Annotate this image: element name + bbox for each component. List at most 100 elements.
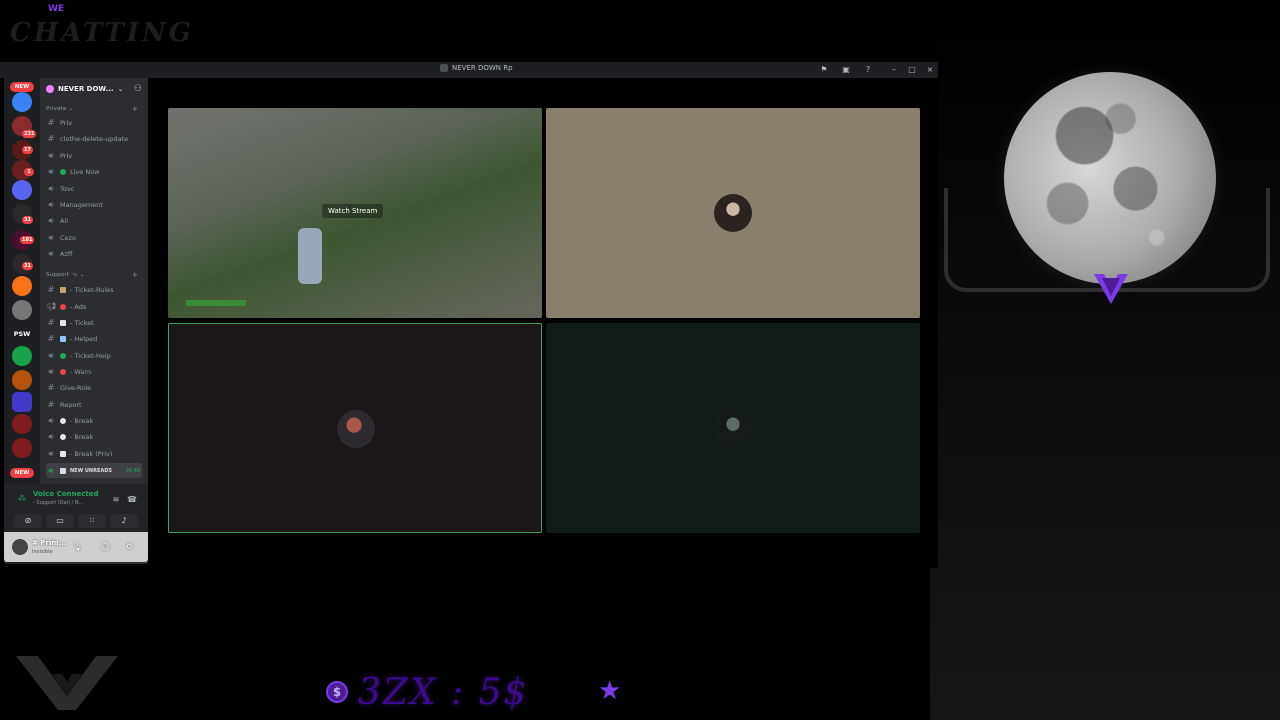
- channel-item[interactable]: 🔊︎ Azff: [46, 246, 142, 261]
- unread-badge: 1: [24, 168, 34, 176]
- participant-tile-speaking[interactable]: [168, 323, 542, 533]
- add-member-icon[interactable]: ⚇: [134, 84, 142, 94]
- new-unreads-label: NEW UNREADS: [70, 467, 112, 474]
- channel-item[interactable]: 🔊︎ Cezo: [46, 230, 142, 245]
- server-icon[interactable]: [12, 370, 32, 390]
- channel-label: - Warn: [70, 367, 92, 376]
- channel-label: - Ads: [70, 302, 87, 311]
- megaphone-icon: 📢︎: [46, 302, 57, 311]
- coffee-emoji-icon: [60, 433, 66, 440]
- watch-stream-button[interactable]: Watch Stream: [322, 204, 384, 218]
- channel-item[interactable]: 🔊︎ - Warn: [46, 364, 142, 379]
- pin-emoji-icon: [60, 303, 66, 310]
- unread-badge: 31: [22, 262, 33, 270]
- camera-off-button[interactable]: ⊘: [14, 514, 42, 528]
- speaker-icon: 🔊︎: [48, 248, 54, 258]
- inbox-icon[interactable]: ⚑: [818, 64, 830, 76]
- server-header[interactable]: NEVER DOW... ⌄ ⚇: [40, 78, 148, 100]
- participant-tile[interactable]: [546, 323, 920, 533]
- channel-item[interactable]: 🔊︎ - Break: [46, 413, 142, 428]
- activities-button[interactable]: ⁙: [78, 514, 106, 528]
- noise-suppression-icon[interactable]: ≋: [110, 494, 122, 506]
- speaker-icon: 🔊︎: [48, 166, 54, 176]
- server-psw[interactable]: PSW: [12, 324, 32, 344]
- server-icon[interactable]: [12, 180, 32, 200]
- server-icon[interactable]: [12, 92, 32, 112]
- channel-item[interactable]: 🔊︎ - Ticket-Help: [46, 348, 142, 363]
- discord-window: NEVER DOWN Rp ⚑ ▣ ? – □ × NEW 231 17 1 3…: [0, 62, 938, 568]
- server-icon[interactable]: [12, 346, 32, 366]
- channel-item[interactable]: # Report: [46, 397, 142, 412]
- voice-timer: 36:48: [125, 467, 140, 474]
- microphone-icon[interactable]: 🎙︎: [72, 542, 82, 551]
- voice-status[interactable]: Voice Connected: [33, 490, 99, 498]
- moon-image: [1004, 72, 1216, 284]
- category-label: Private: [46, 106, 67, 112]
- maximize-icon[interactable]: □: [906, 64, 918, 76]
- channel-item[interactable]: 🔊︎ Management: [46, 197, 142, 212]
- window-title-text: NEVER DOWN Rp: [452, 64, 513, 72]
- avatar[interactable]: [12, 539, 28, 555]
- channel-item[interactable]: 🔊︎ - Break: [46, 429, 142, 444]
- channel-item[interactable]: 🔊︎ Live Now: [46, 164, 142, 179]
- channel-item[interactable]: # clothe-delete-update: [46, 131, 142, 146]
- channel-item[interactable]: # - Ticket: [46, 315, 142, 330]
- speaker-icon: 🔊︎: [48, 465, 54, 475]
- chevron-down-icon: ⌄: [117, 85, 124, 93]
- add-channel-icon[interactable]: +: [132, 271, 138, 279]
- category-support[interactable]: Support ⌥ ⌄ +: [46, 271, 142, 279]
- soundboard-button[interactable]: ♪: [110, 514, 138, 528]
- w-logo-icon: [1094, 274, 1128, 304]
- speaker-icon: 🔊︎: [48, 199, 54, 209]
- server-icon[interactable]: [12, 414, 32, 434]
- disconnect-icon[interactable]: ☎: [126, 494, 138, 506]
- speaker-icon: 🔊︎: [48, 366, 54, 376]
- channel-item[interactable]: 🔊︎ Priv: [46, 148, 142, 163]
- coffee-emoji-icon: [60, 417, 66, 424]
- star-icon: ★: [598, 676, 622, 706]
- channel-label: Tovc: [60, 184, 75, 193]
- screen-icon[interactable]: ▣: [840, 64, 852, 76]
- speaker-icon: 🔊︎: [48, 232, 54, 242]
- screen-share-button[interactable]: ▭: [46, 514, 74, 528]
- channel-item[interactable]: # - Ticket-Rules: [46, 282, 142, 297]
- server-icon[interactable]: [12, 300, 32, 320]
- participant-tile[interactable]: [546, 108, 920, 318]
- channel-item[interactable]: # Priv: [46, 115, 142, 130]
- close-icon[interactable]: ×: [924, 64, 936, 76]
- game-character: [298, 228, 322, 284]
- minimize-icon[interactable]: –: [888, 64, 900, 76]
- avatar: [714, 194, 752, 232]
- channel-item[interactable]: # Give-Role: [46, 380, 142, 395]
- channel-label: Priv: [60, 151, 73, 160]
- user-status: Invisible: [32, 549, 53, 555]
- server-icon[interactable]: [12, 276, 32, 296]
- headphones-icon[interactable]: 🎧︎: [100, 542, 110, 551]
- dollar-coin-icon: $: [326, 681, 348, 703]
- server-icon[interactable]: [12, 438, 32, 458]
- channel-label: Ali: [60, 216, 69, 225]
- unread-badge: 231: [22, 130, 37, 138]
- help-icon[interactable]: ?: [862, 64, 874, 76]
- category-label: Support ⌥: [46, 272, 78, 278]
- username[interactable]: # Prim...: [32, 539, 67, 547]
- add-channel-icon[interactable]: +: [132, 105, 138, 113]
- voice-channel-name[interactable]: - Support (Dai) / N...: [33, 500, 83, 506]
- folder-icon[interactable]: [12, 392, 32, 412]
- channel-item[interactable]: 📢︎ - Ads: [46, 299, 142, 314]
- channel-label: Live Now: [70, 167, 100, 176]
- status-dot-icon: [60, 352, 66, 359]
- hash-icon: #: [47, 334, 55, 343]
- channel-label: - Ticket: [70, 318, 94, 327]
- channel-item-active[interactable]: 🔊︎ NEW UNREADS 36:48: [46, 463, 142, 478]
- title-bar: NEVER DOWN Rp ⚑ ▣ ? – □ ×: [0, 62, 938, 78]
- gear-icon[interactable]: ⚙: [126, 542, 133, 551]
- new-badge-bottom: NEW: [10, 468, 34, 478]
- channel-item[interactable]: 🔊︎ Ali: [46, 213, 142, 228]
- channel-item[interactable]: 🔊︎ - Break (Priv): [46, 446, 142, 461]
- channel-label: Priv: [60, 118, 73, 127]
- category-private[interactable]: Private ⌄ +: [46, 105, 142, 113]
- channel-item[interactable]: # - Helped: [46, 331, 142, 346]
- channel-item[interactable]: 🔊︎ Tovc: [46, 181, 142, 196]
- stream-tile[interactable]: Watch Stream: [168, 108, 542, 318]
